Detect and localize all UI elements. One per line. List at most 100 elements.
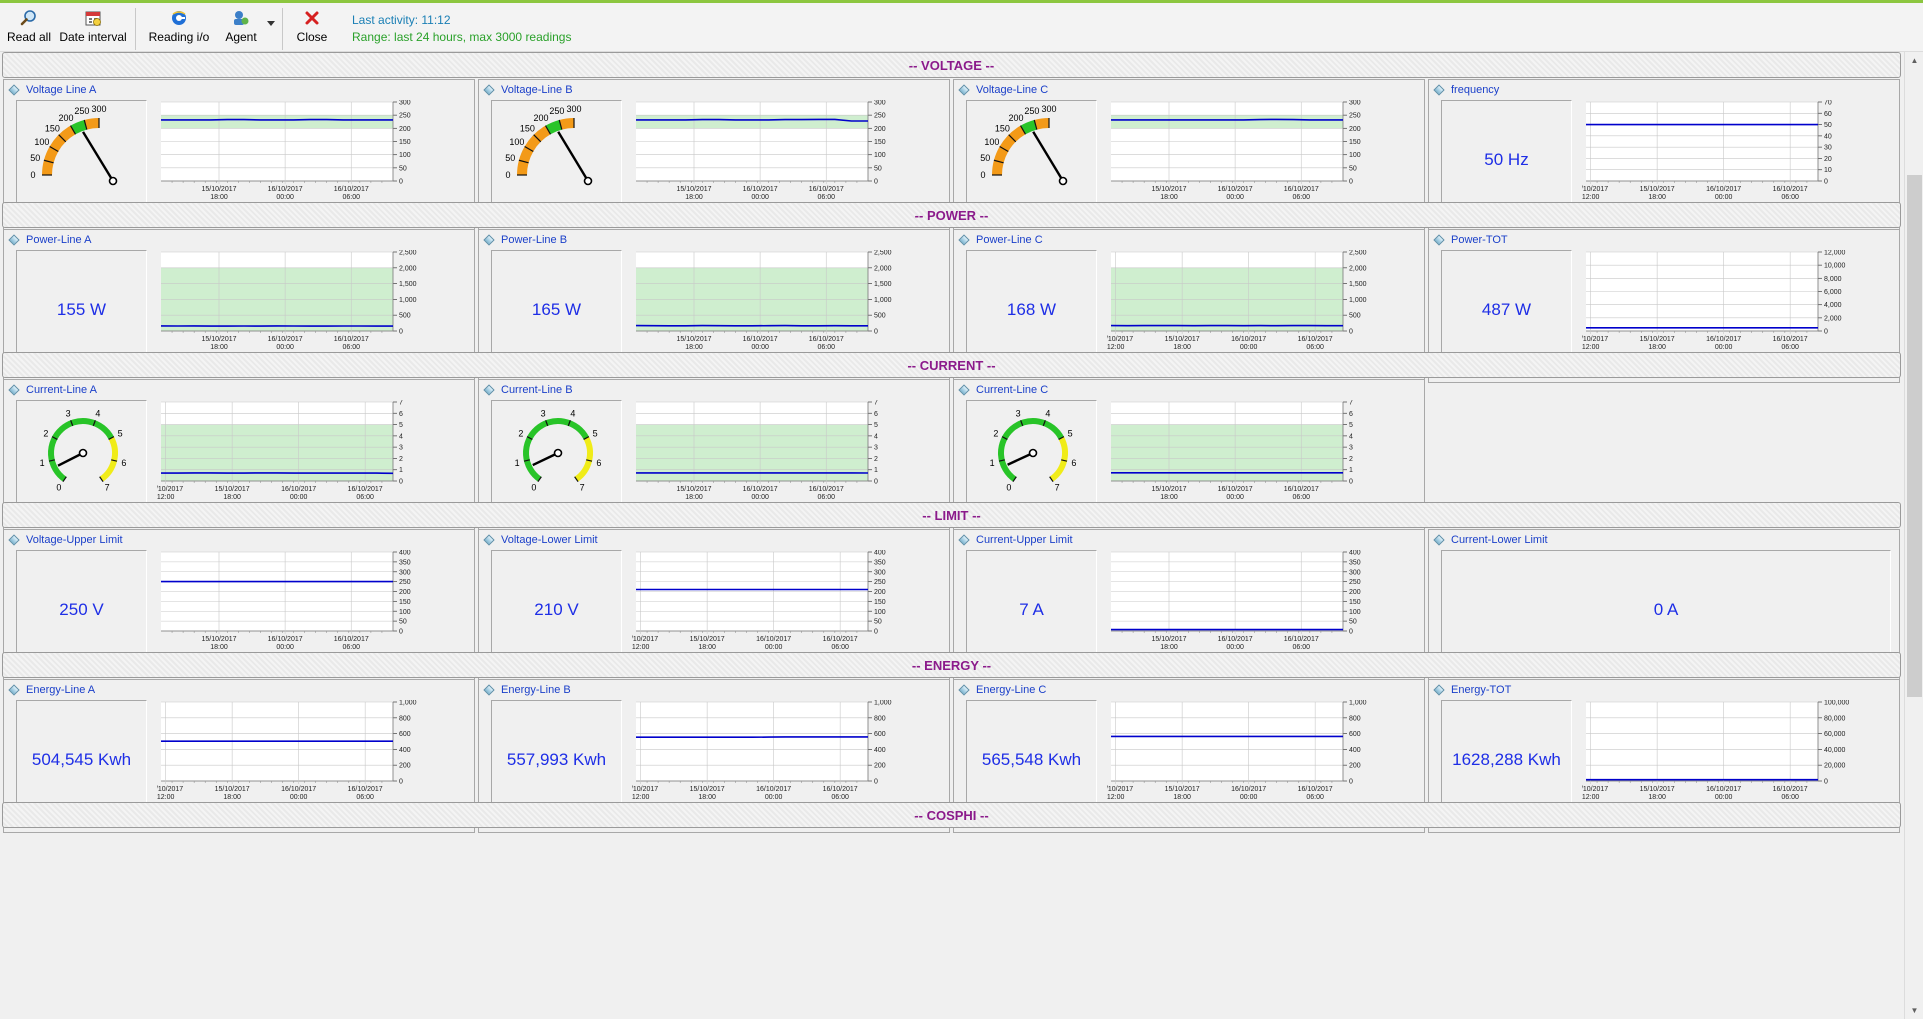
panel-title[interactable]: Voltage-Lower Limit — [483, 532, 598, 548]
x-tick-date: 15/10/2017 — [1107, 786, 1133, 793]
y-tick-label: 60 — [1824, 111, 1832, 118]
x-tick-time: 18:00 — [698, 644, 716, 651]
gauge-zone — [545, 119, 562, 135]
panel-title[interactable]: Power-TOT — [1433, 232, 1508, 248]
close-button[interactable]: Close — [292, 9, 332, 49]
panel-title-label: Power-Line A — [26, 234, 92, 246]
y-tick-label: 20,000 — [1824, 763, 1846, 770]
y-tick-label: 350 — [399, 559, 411, 566]
date-interval-button[interactable]: Date interval — [58, 9, 128, 49]
panel-title[interactable]: Voltage Line A — [8, 82, 96, 98]
y-tick-label: 6 — [874, 411, 878, 418]
y-tick-label: 4 — [874, 433, 878, 440]
scroll-down-icon[interactable]: ▼ — [1905, 1002, 1923, 1019]
y-tick-label: 1,500 — [1349, 281, 1367, 288]
scrollbar-thumb[interactable] — [1907, 175, 1922, 697]
gauge-scale-label: 250 — [74, 106, 89, 116]
x-tick-date: 16/10/2017 — [1298, 336, 1333, 343]
agent-button[interactable]: Agent — [220, 9, 262, 49]
y-tick-label: 1,500 — [399, 281, 417, 288]
y-tick-label: 7 — [874, 400, 878, 407]
gauge-pivot — [1028, 448, 1038, 458]
panel-title[interactable]: frequency — [1433, 82, 1499, 98]
diamond-icon — [8, 534, 20, 546]
x-tick-date: 16/10/2017 — [756, 636, 791, 643]
gauge-scale-label: 150 — [45, 123, 60, 133]
x-tick-time: 06:00 — [356, 794, 374, 801]
y-tick-label: 300 — [399, 100, 411, 107]
panel-title[interactable]: Power-Line A — [8, 232, 91, 248]
x-tick-date: 16/10/2017 — [1218, 636, 1253, 643]
y-tick-label: 7 — [1349, 400, 1353, 407]
x-tick-date: 16/10/2017 — [809, 186, 844, 193]
panel-title[interactable]: Energy-TOT — [1433, 682, 1511, 698]
panel-title[interactable]: Voltage-Upper Limit — [8, 532, 123, 548]
range-text: Range: last 24 hours, max 3000 readings — [352, 30, 572, 44]
close-icon — [302, 9, 322, 27]
panel-title[interactable]: Current-Line C — [958, 382, 1048, 398]
y-tick-label: 6 — [1349, 411, 1353, 418]
diamond-icon — [958, 684, 970, 696]
x-tick-date: 16/10/2017 — [1773, 786, 1808, 793]
y-tick-label: 500 — [1349, 313, 1361, 320]
panel-title[interactable]: Energy-Line A — [8, 682, 95, 698]
section-header-limit[interactable]: -- LIMIT -- — [2, 502, 1901, 528]
section-header-cosphi[interactable]: -- COSPHI -- — [2, 802, 1901, 828]
section-header-power[interactable]: -- POWER -- — [2, 202, 1901, 228]
y-tick-label: 1 — [874, 467, 878, 474]
panel-title[interactable]: Current-Upper Limit — [958, 532, 1073, 548]
x-tick-time: 00:00 — [1240, 794, 1258, 801]
panel-title[interactable]: Current-Line B — [483, 382, 573, 398]
x-tick-time: 00:00 — [276, 344, 294, 351]
y-tick-label: 12,000 — [1824, 250, 1846, 257]
y-tick-label: 250 — [874, 113, 886, 120]
agent-dropdown-arrow[interactable] — [266, 21, 276, 31]
dashboard-area: -- VOLTAGE -- Voltage Line A 0 50 100 150 200 2… — [0, 52, 1904, 1019]
gauge-zone — [70, 119, 87, 135]
gauge-scale-label: 200 — [58, 113, 73, 123]
x-tick-date: 15/10/2017 — [215, 786, 250, 793]
panel-title[interactable]: Power-Line B — [483, 232, 567, 248]
gauge-scale-label: 1 — [515, 458, 520, 468]
vertical-scrollbar[interactable]: ▲ ▼ — [1904, 52, 1923, 1019]
panel-title[interactable]: Energy-Line C — [958, 682, 1046, 698]
section-header-voltage[interactable]: -- VOLTAGE -- — [2, 52, 1901, 78]
x-tick-date: 16/10/2017 — [334, 336, 369, 343]
x-tick-date: 15/10/2017 — [632, 636, 658, 643]
diamond-icon — [1433, 684, 1445, 696]
y-tick-label: 0 — [1824, 779, 1828, 786]
x-tick-time: 12:00 — [1582, 344, 1599, 351]
last-activity-text: Last activity: 11:12 — [352, 13, 451, 27]
panel-title[interactable]: Power-Line C — [958, 232, 1043, 248]
panel-title[interactable]: Energy-Line B — [483, 682, 571, 698]
gauge-scale-label: 6 — [596, 458, 601, 468]
read-all-button[interactable]: Read all — [6, 9, 52, 49]
x-tick-date: 15/10/2017 — [1640, 786, 1675, 793]
panel-title[interactable]: Voltage-Line C — [958, 82, 1048, 98]
browser-icon — [169, 9, 189, 27]
x-tick-date: 15/10/2017 — [201, 636, 236, 643]
section-header-current[interactable]: -- CURRENT -- — [2, 352, 1901, 378]
gauge-scale-label: 3 — [541, 409, 546, 419]
scroll-up-icon[interactable]: ▲ — [1905, 52, 1923, 69]
x-tick-time: 06:00 — [817, 194, 835, 201]
section-header-energy[interactable]: -- ENERGY -- — [2, 652, 1901, 678]
gauge-scale-label: 300 — [1041, 104, 1056, 114]
plot-area — [1586, 102, 1818, 181]
y-tick-label: 1,500 — [874, 281, 892, 288]
panel-title-label: Voltage-Upper Limit — [26, 534, 123, 546]
panel-title[interactable]: Voltage-Line B — [483, 82, 573, 98]
toolbar: Read all Date interval Reading i/o Agent… — [0, 3, 1923, 52]
x-tick-time: 18:00 — [210, 194, 228, 201]
panel-title[interactable]: Current-Lower Limit — [1433, 532, 1548, 548]
y-tick-label: 100 — [1349, 152, 1361, 159]
y-tick-label: 7 — [399, 400, 403, 407]
y-tick-label: 0 — [399, 179, 403, 186]
gauge-scale-label: 7 — [105, 482, 110, 492]
panel-title-label: Current-Lower Limit — [1451, 534, 1548, 546]
x-tick-time: 18:00 — [1173, 344, 1191, 351]
panel-title-label: frequency — [1451, 84, 1500, 96]
reading-io-button[interactable]: Reading i/o — [146, 9, 212, 49]
y-tick-label: 5 — [874, 422, 878, 429]
panel-title[interactable]: Current-Line A — [8, 382, 97, 398]
